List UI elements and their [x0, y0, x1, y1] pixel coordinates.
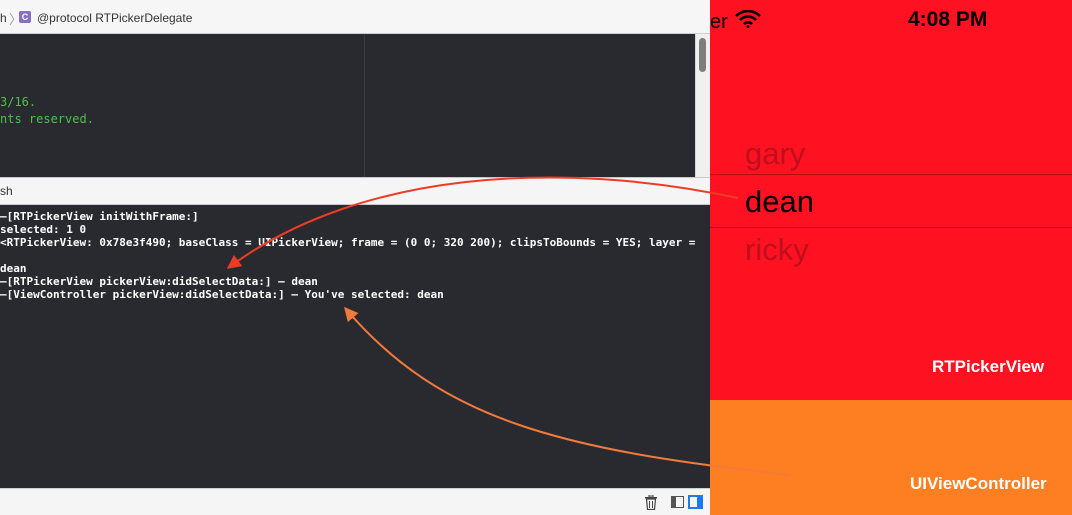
console-line: –[ViewController pickerView:didSelectDat…: [0, 288, 444, 301]
console-line: dean: [0, 262, 27, 275]
debug-bar: sh: [0, 177, 710, 205]
debug-console[interactable]: –[RTPickerView initWithFrame:] selected:…: [0, 205, 710, 488]
show-right-pane-icon[interactable]: [688, 495, 703, 509]
console-line: –[RTPickerView pickerView:didSelectData:…: [0, 275, 318, 288]
picker-selection-top-line: [710, 174, 1072, 175]
rtpickerview: er 4:08 PM gary dean ricky RTPickerView: [710, 0, 1072, 400]
hide-left-pane-icon[interactable]: [671, 496, 684, 508]
xcode-window: h 〉 C @protocol RTPickerDelegate 3/16. n…: [0, 0, 710, 515]
console-line: selected: 1 0: [0, 223, 87, 236]
debug-bar-label: sh: [0, 184, 13, 198]
editor-divider: [364, 34, 365, 177]
rtpickerview-label: RTPickerView: [932, 357, 1045, 376]
protocol-icon: C: [19, 11, 31, 23]
code-line: 3/16.: [0, 95, 37, 109]
editor-scroll-thumb[interactable]: [699, 38, 706, 72]
uiviewcontroller-label: UIViewController: [910, 474, 1047, 493]
code-editor[interactable]: 3/16. nts reserved.: [0, 34, 710, 177]
ios-simulator: er 4:08 PM gary dean ricky RTPickerView …: [710, 0, 1072, 515]
code-line: nts reserved.: [0, 112, 94, 126]
console-line: <RTPickerView: 0x78e3f490; baseClass = U…: [0, 236, 696, 249]
console-line: –[RTPickerView initWithFrame:]: [0, 210, 199, 223]
console-bottom-bar: [0, 488, 710, 515]
picker-row-selected[interactable]: dean: [745, 184, 814, 220]
trash-icon[interactable]: [644, 495, 658, 510]
uiviewcontroller-view: UIViewController: [710, 400, 1072, 515]
jump-bar-crumb-protocol[interactable]: @protocol RTPickerDelegate: [37, 11, 192, 25]
wifi-icon: [735, 10, 761, 28]
picker-row[interactable]: gary: [745, 136, 805, 172]
picker-row[interactable]: ricky: [745, 232, 809, 268]
status-carrier: er: [710, 11, 728, 33]
jump-bar: h 〉 C @protocol RTPickerDelegate: [0, 0, 710, 34]
jump-bar-prev-crumb[interactable]: h: [0, 11, 7, 25]
picker-selection-bottom-line: [710, 227, 1072, 228]
status-time: 4:08 PM: [908, 8, 988, 31]
